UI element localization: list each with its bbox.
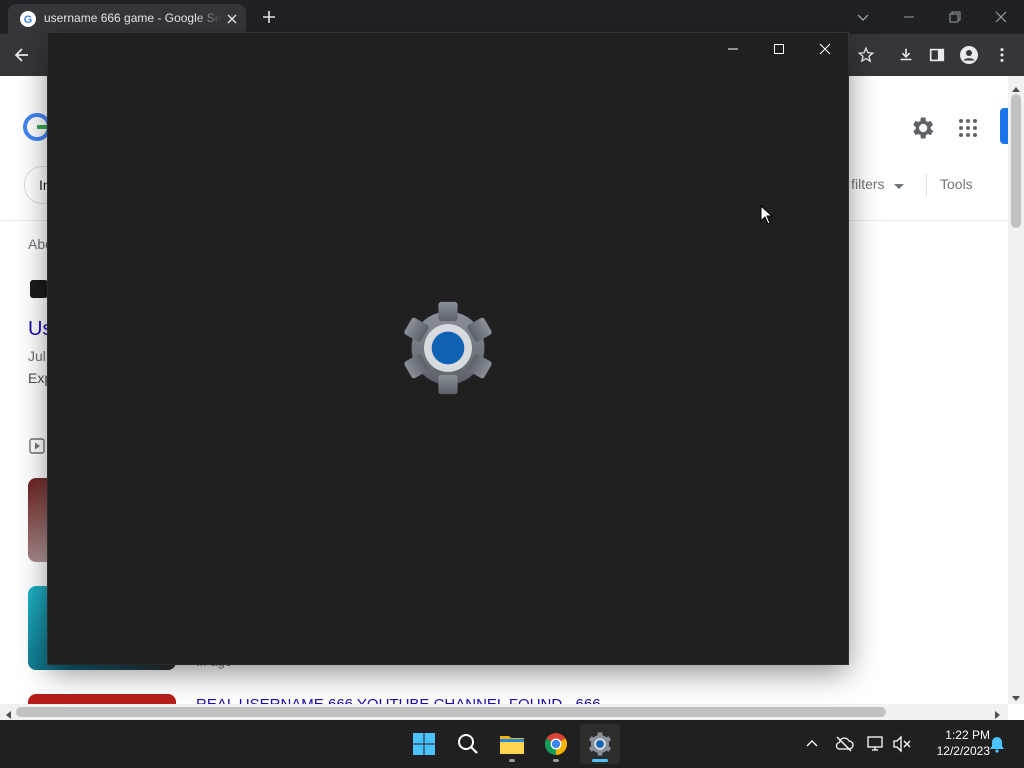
taskbar-settings-gear-icon[interactable] xyxy=(580,724,620,764)
bookmark-star-icon[interactable] xyxy=(850,39,882,71)
tab-close-icon[interactable] xyxy=(224,11,240,27)
result-date: Jul xyxy=(28,348,46,364)
window-maximize-icon[interactable] xyxy=(756,33,802,65)
tab-search-chevron-down-icon[interactable] xyxy=(854,8,872,26)
tools-button[interactable]: Tools xyxy=(940,176,973,192)
settings-window[interactable] xyxy=(48,33,848,664)
vertical-scrollbar-thumb[interactable] xyxy=(1011,94,1021,228)
new-tab-plus-icon[interactable] xyxy=(258,6,280,28)
google-apps-grid-icon[interactable] xyxy=(956,116,980,140)
network-monitor-icon[interactable] xyxy=(866,735,886,753)
filters-divider xyxy=(926,174,927,196)
window-minimize-icon[interactable] xyxy=(710,33,756,65)
window-close-icon[interactable] xyxy=(802,33,848,65)
tab-title: username 666 game - Google Search xyxy=(44,11,222,25)
search-settings-gear-icon[interactable] xyxy=(908,114,936,142)
scroll-left-arrow-icon[interactable] xyxy=(4,707,12,719)
clock-time: 1:22 PM xyxy=(945,728,990,742)
all-filters-button[interactable]: ll filters xyxy=(841,176,905,193)
start-windows-icon[interactable] xyxy=(404,724,444,764)
scroll-down-arrow-icon[interactable] xyxy=(1011,690,1021,701)
browser-minimize-icon[interactable] xyxy=(900,8,918,26)
clock-date: 12/2/2023 xyxy=(936,744,990,758)
browser-close-icon[interactable] xyxy=(992,8,1010,26)
browser-restore-icon[interactable] xyxy=(946,8,964,26)
onedrive-cloud-offline-icon[interactable] xyxy=(834,735,854,753)
result-site-favicon-icon xyxy=(30,280,48,298)
downloads-icon[interactable] xyxy=(890,39,922,71)
settings-gear-icon xyxy=(398,300,498,396)
mouse-cursor-icon xyxy=(760,204,774,225)
volume-muted-icon[interactable] xyxy=(892,735,912,753)
taskbar: 1:22 PM 12/2/2023 xyxy=(0,720,1024,768)
file-explorer-icon[interactable] xyxy=(492,724,532,764)
sign-in-button[interactable] xyxy=(1000,108,1008,144)
scroll-up-arrow-icon[interactable] xyxy=(1011,80,1021,92)
caret-down-icon xyxy=(894,177,905,193)
browser-tab[interactable]: G username 666 game - Google Search xyxy=(8,4,246,34)
profile-avatar-icon[interactable] xyxy=(953,39,985,71)
svg-text:G: G xyxy=(24,14,33,26)
back-arrow-icon[interactable] xyxy=(6,39,38,71)
side-panel-icon[interactable] xyxy=(921,39,953,71)
video-section-play-icon xyxy=(29,438,45,454)
google-favicon-icon: G xyxy=(20,11,36,27)
scroll-right-arrow-icon[interactable] xyxy=(994,707,1002,719)
horizontal-scrollbar-thumb[interactable] xyxy=(16,707,886,717)
show-hidden-icons-chevron-up-icon[interactable] xyxy=(804,736,820,752)
taskbar-search-icon[interactable] xyxy=(448,724,488,764)
chrome-icon[interactable] xyxy=(536,724,576,764)
video-result-title-link[interactable]: REAL USERNAME 666 YOUTUBE CHANNEL FOUND … xyxy=(196,696,601,704)
system-clock[interactable]: 1:22 PM 12/2/2023 xyxy=(918,727,990,759)
browser-menu-kebab-icon[interactable] xyxy=(986,39,1018,71)
notification-bell-icon[interactable] xyxy=(988,735,1006,753)
video-thumbnail[interactable] xyxy=(28,694,176,704)
browser-tab-strip: G username 666 game - Google Search xyxy=(0,0,1024,34)
